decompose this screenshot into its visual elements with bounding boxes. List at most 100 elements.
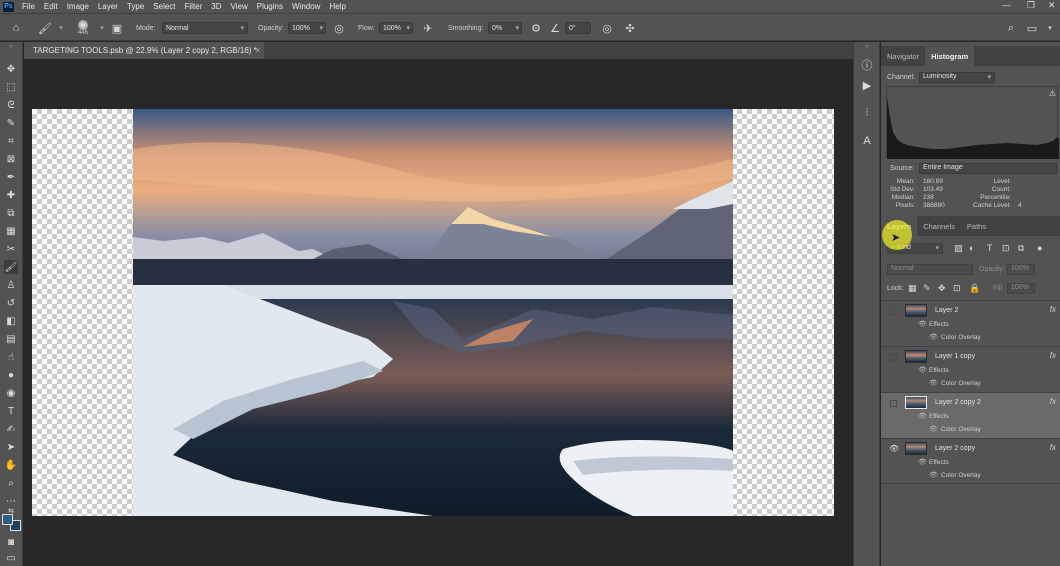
angle-input[interactable]: 0°	[565, 22, 591, 34]
menu-layer[interactable]: Layer	[98, 2, 118, 11]
tab-navigator[interactable]: Navigator	[881, 46, 925, 66]
opacity-input[interactable]: 100% ▾	[288, 22, 326, 34]
chevron-down-icon[interactable]: ▾	[95, 21, 109, 35]
info-icon[interactable]: ⓘ	[860, 58, 874, 72]
visibility-toggle[interactable]	[890, 354, 897, 361]
flow-input[interactable]: 100% ▾	[379, 22, 413, 34]
layer-name[interactable]: Layer 2 copy	[935, 445, 975, 452]
quick-selection-tool-icon[interactable]: ✎	[4, 116, 18, 130]
rectangular-marquee-tool-icon[interactable]: ⬚	[4, 80, 18, 94]
close-window-icon[interactable]: ✕	[1048, 0, 1056, 11]
patch-tool-icon[interactable]: ▦	[4, 224, 18, 238]
hand-tool-icon[interactable]: ✋	[4, 458, 18, 472]
layer-thumbnail[interactable]	[905, 396, 927, 409]
filter-toggle-icon[interactable]: ●	[1037, 243, 1042, 253]
menu-edit[interactable]: Edit	[44, 2, 58, 11]
layer-thumbnail[interactable]	[905, 442, 927, 455]
chevron-down-icon[interactable]: ▾	[54, 21, 68, 35]
filter-smart-object-icon[interactable]: ⧉	[1018, 243, 1024, 254]
layer-row-selected[interactable]: Layer 2 copy 2 fx 👁 Effects 👁 Color Over…	[881, 392, 1060, 438]
fx-icon[interactable]: fx	[1050, 351, 1056, 360]
menu-plugins[interactable]: Plugins	[257, 2, 283, 11]
brush-size-picker[interactable]: 446	[78, 14, 88, 42]
tab-paths[interactable]: Paths	[961, 216, 992, 236]
fx-icon[interactable]: fx	[1050, 305, 1056, 314]
pressure-size-icon[interactable]: ◎	[600, 21, 614, 35]
color-overlay-label[interactable]: Color Overlay	[941, 426, 981, 433]
path-selection-tool-icon[interactable]: ➤	[4, 440, 18, 454]
actions-play-icon[interactable]: ▶	[860, 78, 874, 92]
menu-3d[interactable]: 3D	[211, 2, 221, 11]
visibility-toggle[interactable]	[890, 400, 897, 407]
menu-select[interactable]: Select	[153, 2, 175, 11]
eye-icon[interactable]: 👁	[918, 458, 927, 466]
landscape-photo[interactable]	[133, 109, 733, 516]
fx-icon[interactable]: fx	[1050, 443, 1056, 452]
menu-type[interactable]: Type	[127, 2, 144, 11]
eye-icon[interactable]: 👁	[929, 425, 938, 433]
layer-thumbnail[interactable]	[905, 350, 927, 363]
eye-icon[interactable]: 👁	[918, 366, 927, 374]
brush-settings-panel-icon[interactable]: ▣	[110, 21, 124, 35]
eye-icon[interactable]: 👁	[929, 333, 938, 341]
airbrush-icon[interactable]: ✈	[421, 21, 435, 35]
menu-image[interactable]: Image	[67, 2, 89, 11]
mode-select[interactable]: Normal ▾	[162, 22, 248, 34]
filter-adjustment-icon[interactable]: ◐	[969, 243, 974, 253]
menu-view[interactable]: View	[231, 2, 248, 11]
layer-opacity-input[interactable]: 100%	[1007, 264, 1035, 275]
tab-histogram[interactable]: Histogram	[925, 46, 975, 66]
lock-transparent-icon[interactable]: ▦	[908, 283, 917, 294]
screen-mode-icon[interactable]: ▭	[4, 551, 18, 565]
smoothing-input[interactable]: 0% ▾	[488, 22, 522, 34]
move-tool-icon[interactable]: ✥	[4, 62, 18, 76]
workspace-icon[interactable]: ▭	[1025, 21, 1039, 35]
layer-row[interactable]: Layer 2 fx 👁 Effects 👁 Color Overlay	[881, 300, 1060, 346]
tab-channels[interactable]: Channels	[917, 216, 961, 236]
blur-tool-icon[interactable]: ◉	[4, 386, 18, 400]
type-tool-icon[interactable]: T	[4, 404, 18, 418]
gear-icon[interactable]: ⚙	[529, 21, 543, 35]
lock-position-icon[interactable]: ✥	[938, 283, 946, 294]
clone-stamp-tool-icon[interactable]: ♙	[4, 278, 18, 292]
zoom-tool-icon[interactable]: ⌕	[4, 476, 18, 490]
brush-tool-preset-icon[interactable]: 🖌	[38, 21, 52, 35]
pressure-opacity-icon[interactable]: ◎	[332, 21, 346, 35]
close-tab-icon[interactable]: ×	[255, 46, 260, 55]
filter-type-icon[interactable]: T	[987, 243, 993, 253]
menu-filter[interactable]: Filter	[185, 2, 203, 11]
dodge-tool-icon[interactable]: ●	[4, 368, 18, 382]
eraser-tool-icon[interactable]: ◧	[4, 314, 18, 328]
warning-icon[interactable]: ⚠	[1049, 89, 1056, 98]
color-overlay-label[interactable]: Color Overlay	[941, 334, 981, 341]
color-overlay-label[interactable]: Color Overlay	[941, 380, 981, 387]
spot-healing-icon[interactable]: ⧉	[4, 206, 18, 220]
eye-icon[interactable]: 👁	[929, 379, 938, 387]
eye-icon[interactable]: 👁	[929, 471, 938, 479]
character-icon[interactable]: A	[860, 134, 874, 148]
collapse-toolbar-icon[interactable]: »	[4, 44, 18, 50]
layer-name[interactable]: Layer 1 copy	[935, 353, 975, 360]
fx-icon[interactable]: fx	[1050, 397, 1056, 406]
gradient-tool-icon[interactable]: ▤	[4, 332, 18, 346]
restore-icon[interactable]: ❐	[1027, 0, 1035, 11]
history-brush-tool-icon[interactable]: ↺	[4, 296, 18, 310]
brush-tool-icon[interactable]: 🖌	[4, 260, 18, 274]
fill-input[interactable]: 100%	[1007, 283, 1035, 294]
menu-file[interactable]: File	[22, 2, 35, 11]
photoshop-logo-icon[interactable]: Ps	[3, 1, 14, 12]
document-tab[interactable]: TARGETING TOOLS.psb @ 22.9% (Layer 2 cop…	[24, 42, 264, 59]
chevron-down-icon[interactable]: ▾	[1043, 21, 1057, 35]
quick-mask-icon[interactable]: ◙	[4, 535, 18, 549]
source-select[interactable]: Entire Image	[919, 163, 1057, 174]
layer-row[interactable]: Layer 1 copy fx 👁 Effects 👁 Color Overla…	[881, 346, 1060, 392]
eye-icon[interactable]: 👁	[918, 320, 927, 328]
eyedropper-tool-icon[interactable]: ✒	[4, 170, 18, 184]
symmetry-icon[interactable]: ✣	[623, 21, 637, 35]
menu-window[interactable]: Window	[292, 2, 320, 11]
layer-name[interactable]: Layer 2 copy 2	[935, 399, 981, 406]
channel-select[interactable]: Luminosity ▾	[919, 72, 995, 83]
color-overlay-label[interactable]: Color Overlay	[941, 472, 981, 479]
frame-tool-icon[interactable]: ⊠	[4, 152, 18, 166]
lock-image-icon[interactable]: ✎	[923, 283, 931, 294]
